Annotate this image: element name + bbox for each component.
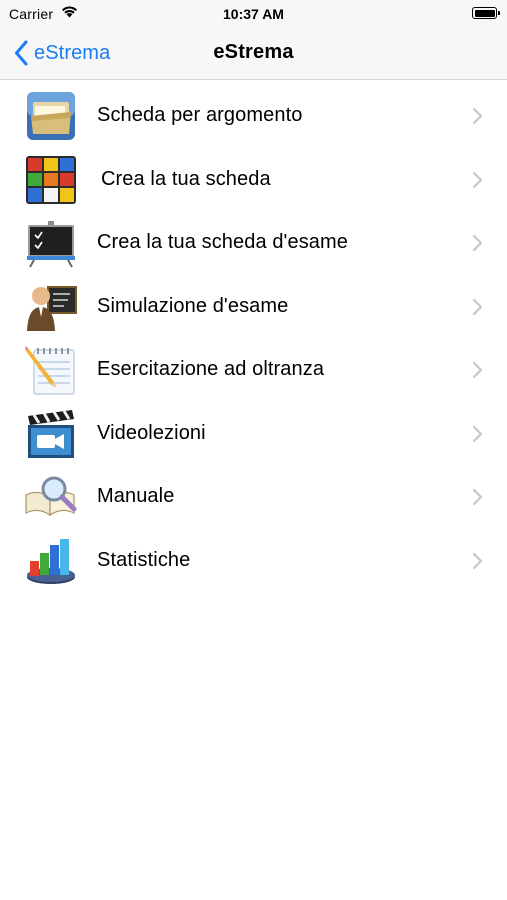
book-magnifier-icon	[24, 471, 78, 523]
teacher-icon	[24, 281, 78, 333]
clock-time: 10:37 AM	[223, 6, 284, 22]
menu-list: Scheda per argomento Crea la tua scheda	[0, 84, 507, 592]
folder-icon	[24, 90, 78, 142]
battery-icon	[472, 7, 500, 19]
chevron-right-icon	[472, 361, 483, 379]
clapperboard-icon	[24, 408, 78, 460]
menu-item-crea-la-tua-scheda[interactable]: Crea la tua scheda	[0, 148, 507, 212]
chevron-right-icon	[472, 298, 483, 315]
menu-item-label: Simulazione d'esame	[97, 294, 289, 317]
menu-item-label: Esercitazione ad oltranza	[97, 358, 325, 381]
chevron-right-icon	[472, 171, 483, 188]
quiz-cube-icon	[24, 154, 78, 206]
chevron-right-icon	[472, 552, 483, 569]
chevron-right-icon	[472, 107, 483, 125]
menu-item-crea-la-tua-scheda-d-esame[interactable]: Crea la tua scheda d'esame	[0, 211, 507, 275]
chevron-right-icon	[472, 234, 483, 252]
notepad-pencil-icon	[24, 344, 78, 396]
status-bar: Carrier 10:37 AM	[0, 0, 507, 28]
page-title: eStrema	[213, 41, 294, 63]
menu-item-esercitazione-ad-oltranza[interactable]: Esercitazione ad oltranza	[0, 338, 507, 402]
menu-item-label: Videolezioni	[97, 421, 206, 444]
menu-item-label: Crea la tua scheda	[101, 167, 271, 190]
menu-item-label: Manuale	[97, 485, 175, 508]
chevron-right-icon	[472, 488, 483, 506]
chevron-right-icon	[472, 425, 483, 442]
menu-item-label: Statistiche	[97, 548, 191, 571]
navigation-bar: eStrema eStrema	[0, 28, 507, 80]
menu-item-manuale[interactable]: Manuale	[0, 465, 507, 529]
menu-item-videolezioni[interactable]: Videolezioni	[0, 402, 507, 466]
menu-item-simulazione-d-esame[interactable]: Simulazione d'esame	[0, 275, 507, 339]
menu-item-statistiche[interactable]: Statistiche	[0, 529, 507, 593]
menu-item-label: Scheda per argomento	[97, 104, 303, 127]
chalkboard-icon	[24, 217, 78, 269]
menu-item-label: Crea la tua scheda d'esame	[97, 231, 349, 254]
bar-chart-icon	[24, 535, 78, 587]
menu-item-scheda-per-argomento[interactable]: Scheda per argomento	[0, 84, 507, 148]
